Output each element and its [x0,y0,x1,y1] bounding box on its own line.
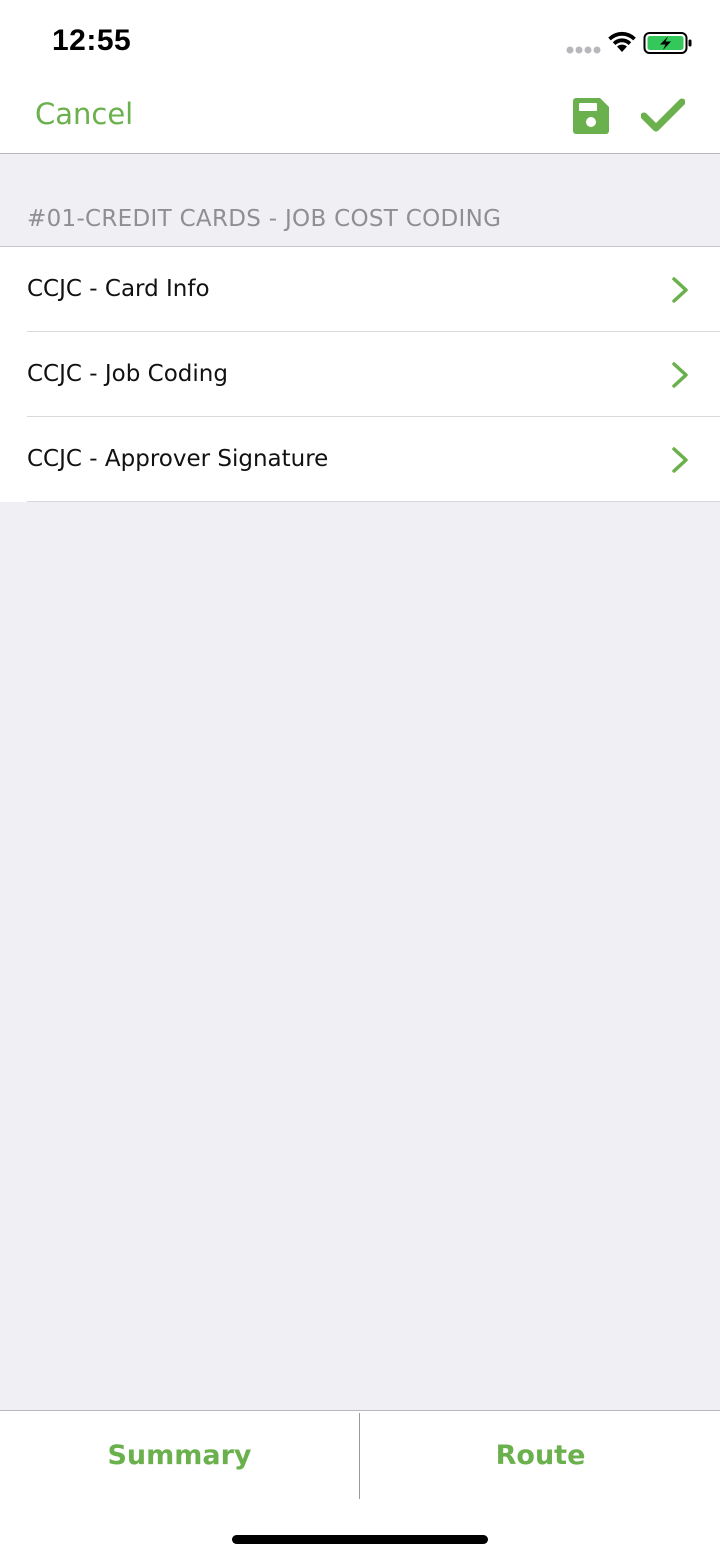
list-item-approver-signature[interactable]: CCJC - Approver Signature [0,417,720,502]
home-indicator [232,1535,488,1544]
bottom-toolbar: Summary Route [0,1410,720,1558]
chevron-right-icon [672,447,688,473]
list-item-label: CCJC - Job Coding [27,361,228,387]
battery-charging-icon [643,32,692,54]
list-item-label: CCJC - Card Info [27,276,210,302]
status-time: 12:55 [52,24,132,57]
app-screen: 12:55 Cancel #01-CREDIT CARDS - JOB COST… [0,0,720,1558]
form-section-list: CCJC - Card Info CCJC - Job Coding CCJC … [0,246,720,502]
route-button[interactable]: Route [361,1411,720,1499]
navigation-bar: Cancel [0,80,720,154]
summary-button[interactable]: Summary [0,1411,359,1499]
list-item-card-info[interactable]: CCJC - Card Info [0,247,720,332]
cancel-button[interactable]: Cancel [35,97,133,131]
cellular-signal-icon [566,46,601,54]
list-item-job-coding[interactable]: CCJC - Job Coding [0,332,720,417]
checkmark-icon[interactable] [641,98,685,134]
chevron-right-icon [672,362,688,388]
section-header: #01-CREDIT CARDS - JOB COST CODING [27,206,502,232]
status-bar: 12:55 [0,0,720,80]
wifi-icon [608,31,636,52]
toolbar-divider [359,1413,360,1499]
list-item-label: CCJC - Approver Signature [27,446,329,472]
chevron-right-icon [672,277,688,303]
floppy-disk-icon[interactable] [572,97,610,135]
